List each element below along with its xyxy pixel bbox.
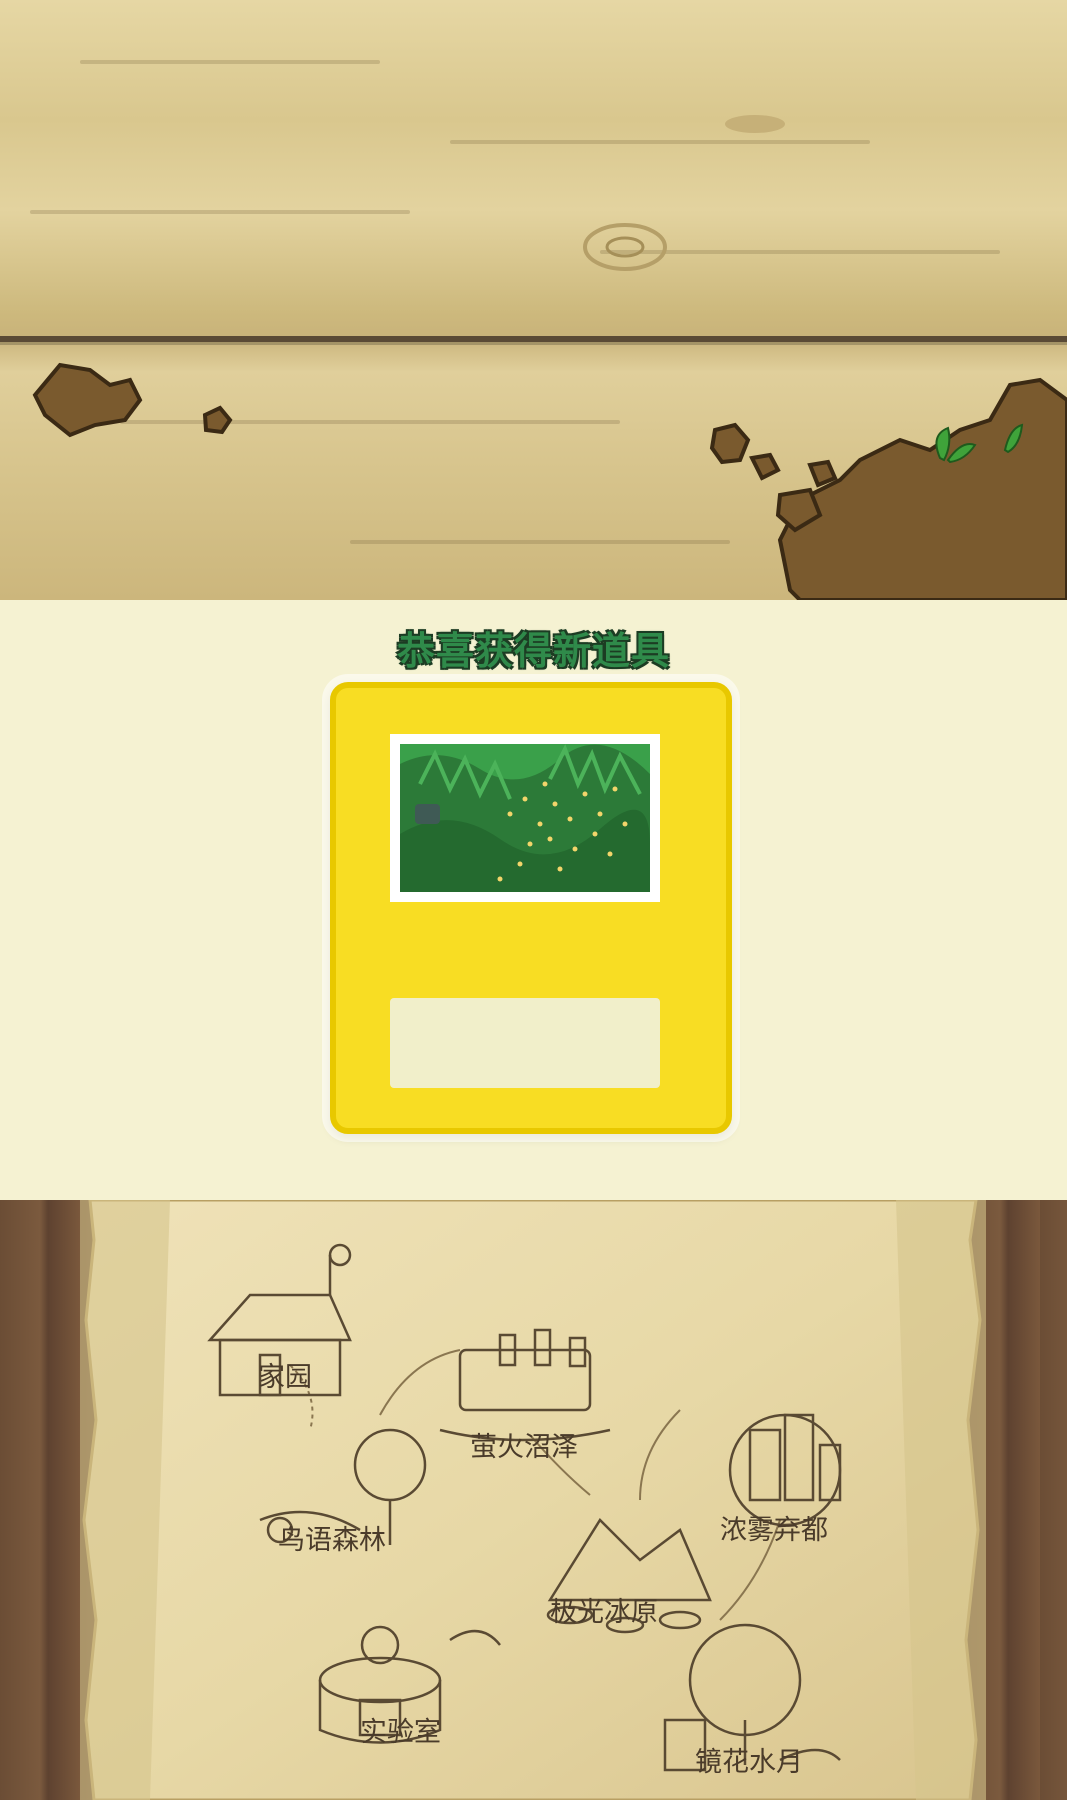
item-image-grassland <box>400 743 650 892</box>
map-location-lab[interactable]: 实验室 <box>360 1710 441 1749</box>
item-name-box <box>390 998 660 1088</box>
map-location-mirror[interactable]: 镜花水月 <box>695 1740 803 1779</box>
item-image-frame <box>390 734 660 902</box>
parchment-scroll <box>80 1200 986 1800</box>
reward-title: 恭喜获得新道具 <box>396 629 670 673</box>
world-map-panel: 家园 萤火沼泽 鸟语森林 浓雾弃都 极光冰原 实验室 镜花水月 <box>0 1200 1067 1800</box>
wood-decor-svg <box>32 115 1067 600</box>
wood-knot-icon <box>583 223 667 271</box>
dirt-pile-icon <box>709 377 1067 600</box>
map-location-forest[interactable]: 鸟语森林 <box>278 1518 386 1557</box>
reward-panel: 恭喜获得新道具 <box>0 600 1067 1200</box>
map-location-home[interactable]: 家园 <box>258 1355 312 1394</box>
map-location-city[interactable]: 浓雾弃都 <box>720 1508 828 1547</box>
wood-board-panel <box>0 0 1067 600</box>
dirt-clump-icon <box>32 362 233 438</box>
map-location-glacier[interactable]: 极光冰原 <box>550 1590 658 1629</box>
item-card[interactable] <box>330 682 732 1134</box>
map-location-swamp[interactable]: 萤火沼泽 <box>470 1425 578 1464</box>
